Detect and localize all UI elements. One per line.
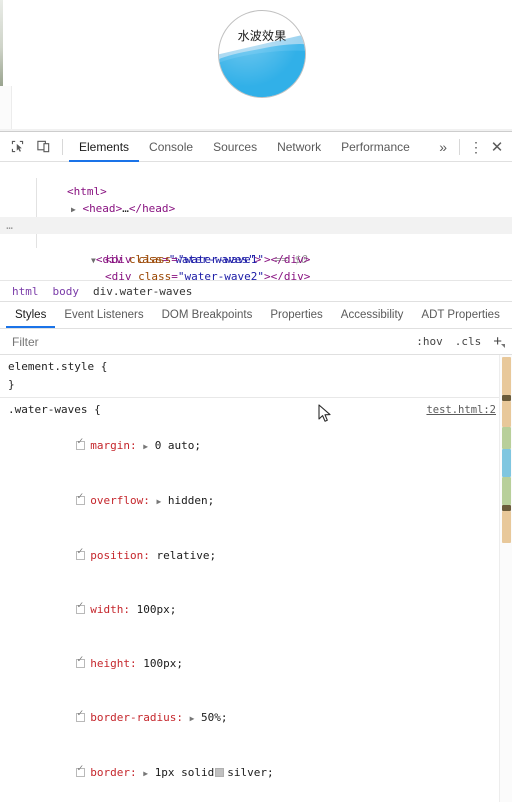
declaration-checkbox[interactable] [76,547,86,560]
rule-element-style[interactable]: element.style { } [0,355,512,398]
property-name[interactable]: margin [90,439,130,452]
devtools-menu-icon[interactable]: ⋮ [466,140,486,154]
dom-row-water-waves[interactable]: … ▼<div class="water-waves"> == $0 [0,217,512,266]
declaration-width[interactable]: width: 100px; [8,583,512,637]
toolbar-divider [62,138,63,155]
dom-row-body[interactable]: ▼ <body> [0,200,512,232]
styles-pane[interactable]: element.style { } test.html:2 .water-wav… [0,355,512,802]
rule-water-waves[interactable]: test.html:2 .water-waves { margin: ▶ 0 a… [0,398,512,802]
declaration-margin[interactable]: margin: ▶ 0 auto; [8,419,512,474]
declaration-checkbox[interactable] [76,709,86,722]
devtools-tab-bar: Elements Console Sources Network Perform… [69,132,433,162]
property-value[interactable]: relative; [156,549,216,562]
styles-scrollbar[interactable] [499,355,512,802]
devtools-toolbar: Elements Console Sources Network Perform… [0,132,512,162]
tab-event-listeners[interactable]: Event Listeners [55,302,152,328]
page-viewport: 水波效果 [0,0,512,131]
dom-row-wave3[interactable]: <div class="water-wave3"></div> [0,268,512,280]
tab-console[interactable]: Console [139,132,203,162]
dom-row-wave1[interactable]: <div class="water-wave1"></div> [0,234,512,266]
breadcrumb-item-html[interactable]: html [12,285,53,298]
dom-row-badge[interactable]: … [2,217,18,234]
element-style-close: } [8,378,15,391]
close-icon[interactable]: ✕ [486,138,508,156]
dom-row-head[interactable]: ▶ <head>…</head> [0,183,512,215]
declaration-checkbox[interactable] [76,601,86,614]
dom-tree[interactable]: <html> ▶ <head>…</head> ▼ <body> … ▼<div… [0,162,512,280]
property-name[interactable]: border-radius [90,711,176,724]
device-toolbar-icon[interactable] [30,135,56,159]
toolbar-divider-2 [459,138,460,155]
breadcrumb: html body div.water-waves [0,280,512,302]
scrollbar-segment[interactable] [502,477,511,505]
property-value[interactable]: 0 auto; [155,439,201,452]
property-name[interactable]: overflow [90,494,143,507]
dom-row-wave2[interactable]: <div class="water-wave2"></div> [0,251,512,280]
property-value[interactable]: 100px; [143,657,183,670]
declaration-border-radius[interactable]: border-radius: ▶ 50%; [8,691,512,746]
declaration-position[interactable]: position: relative; [8,529,512,583]
more-tabs-icon[interactable]: » [433,139,453,155]
tab-accessibility[interactable]: Accessibility [332,302,413,328]
tab-performance[interactable]: Performance [331,132,420,162]
water-waves-circle[interactable]: 水波效果 [218,10,306,98]
hov-toggle[interactable]: :hov [410,335,449,348]
property-value[interactable]: 1px solid [155,766,215,779]
new-style-rule-button[interactable]: + [487,333,506,350]
styles-sidebar-tab-bar: Styles Event Listeners DOM Breakpoints P… [0,302,512,329]
declaration-checkbox[interactable] [76,437,86,450]
dom-row-html[interactable]: <html> [0,166,512,198]
tab-elements[interactable]: Elements [69,132,139,162]
tab-dom-breakpoints[interactable]: DOM Breakpoints [153,302,262,328]
property-value[interactable]: 50%; [201,711,228,724]
breadcrumb-item-div-water-waves[interactable]: div.water-waves [93,285,206,298]
property-name[interactable]: height [90,657,130,670]
tab-sources[interactable]: Sources [203,132,267,162]
scrollbar-segment[interactable] [502,511,511,543]
styles-filter-bar: :hov .cls + [0,329,512,355]
page-left-edge-artifact [0,0,3,86]
devtools-panel: Elements Console Sources Network Perform… [0,131,512,802]
property-name[interactable]: border [90,766,130,779]
element-style-selector: element.style { [8,360,108,373]
tab-properties[interactable]: Properties [261,302,331,328]
scrollbar-segment[interactable] [502,401,511,427]
rule-selector-water-waves[interactable]: .water-waves { [8,403,101,416]
declaration-height[interactable]: height: 100px; [8,637,512,691]
tab-network[interactable]: Network [267,132,331,162]
tab-styles[interactable]: Styles [6,302,55,328]
page-left-gutter [0,86,12,131]
screen-root: 水波效果 Elements Console Sources Network Pe… [0,0,512,802]
declaration-checkbox[interactable] [76,764,86,777]
water-waves-label: 水波效果 [237,29,287,43]
rule-origin-link-water-waves[interactable]: test.html:2 [426,401,496,419]
scrollbar-segment[interactable] [502,427,511,449]
cls-toggle[interactable]: .cls [449,335,488,348]
property-name[interactable]: width [90,603,123,616]
declaration-checkbox[interactable] [76,492,86,505]
property-name[interactable]: position [90,549,143,562]
breadcrumb-item-body[interactable]: body [53,285,94,298]
filter-input[interactable] [10,333,411,350]
color-swatch-silver-icon[interactable] [215,768,225,777]
declaration-overflow[interactable]: overflow: ▶ hidden; [8,474,512,529]
tab-adt-properties[interactable]: ADT Properties [412,302,508,328]
toolbar-right-controls: » ⋮ ✕ [433,138,512,156]
scrollbar-segment[interactable] [502,449,511,477]
declaration-border[interactable]: border: ▶ 1px solidsilver; [8,746,512,801]
property-value-color[interactable]: silver; [227,766,273,779]
inspect-element-icon[interactable] [4,135,30,159]
scrollbar-segment[interactable] [502,357,511,395]
property-value[interactable]: 100px; [137,603,177,616]
property-value[interactable]: hidden; [168,494,214,507]
declaration-checkbox[interactable] [76,655,86,668]
